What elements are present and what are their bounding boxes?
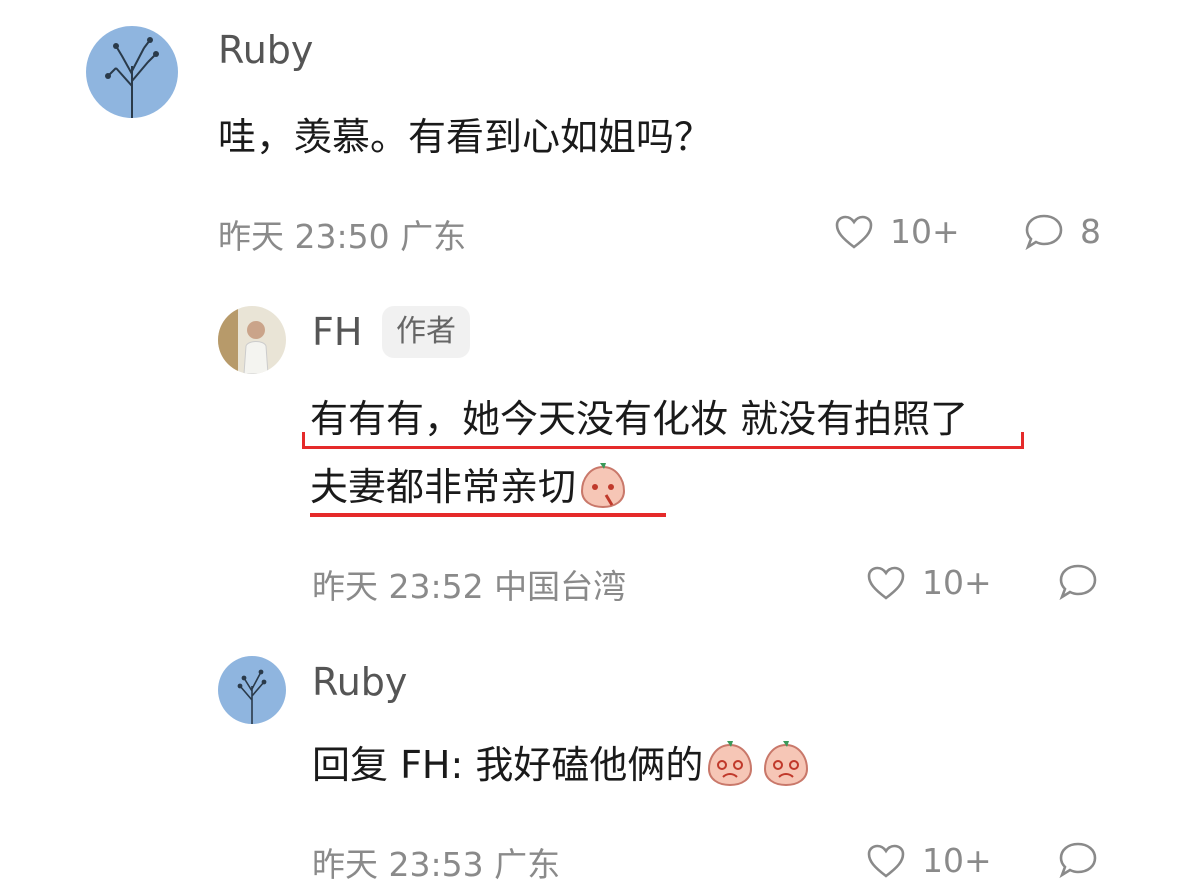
comment-text-line: 回复 FH: 我好磕他俩的 [312, 734, 811, 796]
author-badge: 作者 [382, 306, 470, 358]
reply-button[interactable] [1058, 563, 1098, 601]
reply-button[interactable]: 8 [1024, 212, 1101, 251]
speech-bubble-icon [1058, 563, 1098, 601]
avatar[interactable] [86, 26, 178, 118]
heart-outline-icon [834, 214, 874, 250]
highlight-box [302, 432, 1024, 449]
comment-text: 夫妻都非常亲切 [310, 465, 577, 509]
author-name[interactable]: FH [312, 310, 362, 354]
peach-face-emoji-icon [578, 461, 628, 518]
comment-meta: 昨天 23:53 广东 [312, 838, 560, 886]
like-count: 10+ [922, 563, 992, 602]
like-button[interactable]: 10+ [834, 212, 960, 251]
comment-meta: 昨天 23:52 中国台湾 [312, 560, 626, 608]
peach-face-emoji-icon [705, 739, 755, 796]
like-button[interactable]: 10+ [866, 841, 992, 880]
peach-face-emoji-icon [761, 739, 811, 796]
like-count: 10+ [922, 841, 992, 880]
speech-bubble-icon [1024, 213, 1064, 251]
like-count: 10+ [890, 212, 960, 251]
tree-avatar-image [218, 656, 286, 724]
comment-time: 昨天 23:53 [312, 845, 484, 884]
heart-outline-icon [866, 843, 906, 879]
avatar[interactable] [218, 306, 286, 374]
highlight-underline [310, 513, 666, 517]
heart-outline-icon [866, 565, 906, 601]
tree-avatar-image [86, 26, 178, 118]
comment-time: 昨天 23:50 [218, 217, 390, 256]
comment-meta: 昨天 23:50 广东 [218, 210, 466, 258]
author-name[interactable]: Ruby [218, 28, 313, 72]
reply-button[interactable] [1058, 841, 1098, 879]
speech-bubble-icon [1058, 841, 1098, 879]
comment-text: 哇，羡慕。有看到心如姐吗？ [218, 115, 713, 159]
person-avatar-image [218, 306, 286, 374]
comment-location: 中国台湾 [494, 567, 627, 606]
avatar[interactable] [218, 656, 286, 724]
reply-count: 8 [1080, 212, 1101, 251]
comment-location: 广东 [400, 217, 467, 256]
author-name[interactable]: Ruby [312, 660, 407, 704]
comment-text: 我好磕他俩的 [475, 743, 704, 787]
comment-time: 昨天 23:52 [312, 567, 484, 606]
reply-prefix[interactable]: 回复 FH: [312, 743, 463, 787]
comment-location: 广东 [494, 845, 561, 884]
like-button[interactable]: 10+ [866, 563, 992, 602]
comment-text-line-2: 夫妻都非常亲切 [310, 456, 628, 518]
